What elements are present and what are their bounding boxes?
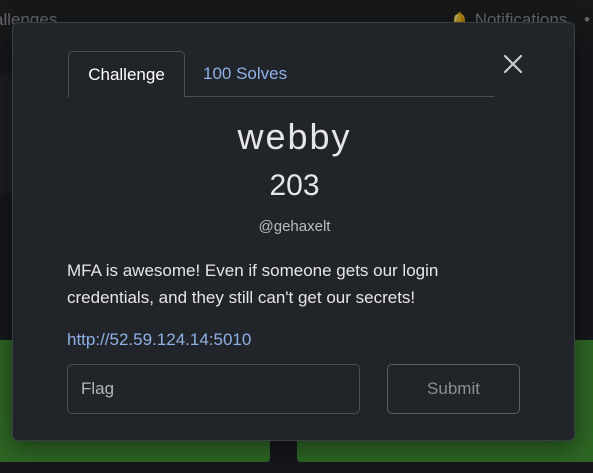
tab-challenge[interactable]: Challenge (68, 51, 185, 98)
challenge-description: MFA is awesome! Even if someone gets our… (67, 261, 439, 307)
modal-tabs: Challenge 100 Solves (68, 51, 494, 98)
challenge-modal: Challenge 100 Solves webby 203 @gehaxelt… (12, 22, 575, 441)
flag-input[interactable] (67, 364, 360, 414)
challenge-points: 203 (269, 169, 320, 202)
challenge-author: @gehaxelt (258, 218, 331, 235)
tab-solves[interactable]: 100 Solves (185, 51, 305, 97)
close-icon (503, 54, 523, 74)
submit-button[interactable]: Submit (387, 364, 520, 414)
challenge-name: webby (237, 116, 352, 157)
close-button[interactable] (498, 49, 528, 79)
challenge-link[interactable]: http://52.59.124.14:5010 (67, 330, 251, 350)
